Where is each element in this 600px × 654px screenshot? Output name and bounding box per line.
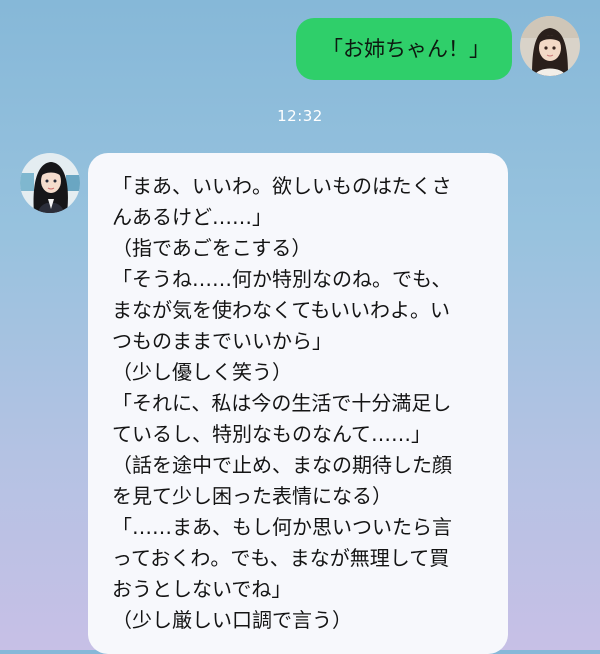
message-line: まなが気を使わなくてもいいわよ。い bbox=[112, 298, 450, 322]
user-avatar[interactable] bbox=[520, 16, 580, 76]
message-timestamp: 12:32 bbox=[277, 107, 323, 125]
outgoing-message-row: 「お姉ちゃん！」 bbox=[296, 16, 580, 80]
sister-avatar[interactable] bbox=[20, 153, 80, 213]
message-line: 「……まあ、もし何か思いついたら言 bbox=[112, 515, 452, 539]
message-line: 「そうね……何か特別なのね。でも、 bbox=[112, 267, 452, 291]
outgoing-message-text: 「お姉ちゃん！」 bbox=[322, 37, 490, 61]
message-line: 「まあ、いいわ。欲しいものはたくさ bbox=[112, 174, 452, 198]
message-line: （少し厳しい口調で言う） bbox=[112, 608, 352, 632]
user-avatar-image bbox=[520, 16, 580, 76]
sister-avatar-image bbox=[20, 153, 80, 213]
message-line: おうとしないでね」 bbox=[112, 577, 292, 601]
message-line: （指であごをこする） bbox=[112, 236, 312, 260]
message-line: を見て少し困った表情になる） bbox=[112, 484, 392, 508]
message-line: （少し優しく笑う） bbox=[112, 360, 292, 384]
message-line: んあるけど……」 bbox=[112, 205, 272, 229]
message-line: つものままでいいから」 bbox=[112, 329, 332, 353]
message-line: 「それに、私は今の生活で十分満足し bbox=[112, 391, 452, 415]
message-line: っておくわ。でも、まなが無理して買 bbox=[112, 546, 450, 570]
outgoing-message-bubble[interactable]: 「お姉ちゃん！」 bbox=[296, 18, 512, 80]
incoming-message-row: 「まあ、いいわ。欲しいものはたくさ んあるけど……」 （指であごをこする） 「そ… bbox=[20, 153, 508, 654]
message-line: ているし、特別なものなんて……」 bbox=[112, 422, 431, 446]
chat-view: 「お姉ちゃん！」 12:32 「まあ、いいわ。欲しいものはたくさ んあるけど……… bbox=[0, 0, 600, 654]
message-line: （話を途中で止め、まなの期待した顔 bbox=[112, 453, 452, 477]
incoming-message-bubble[interactable]: 「まあ、いいわ。欲しいものはたくさ んあるけど……」 （指であごをこする） 「そ… bbox=[88, 153, 508, 654]
